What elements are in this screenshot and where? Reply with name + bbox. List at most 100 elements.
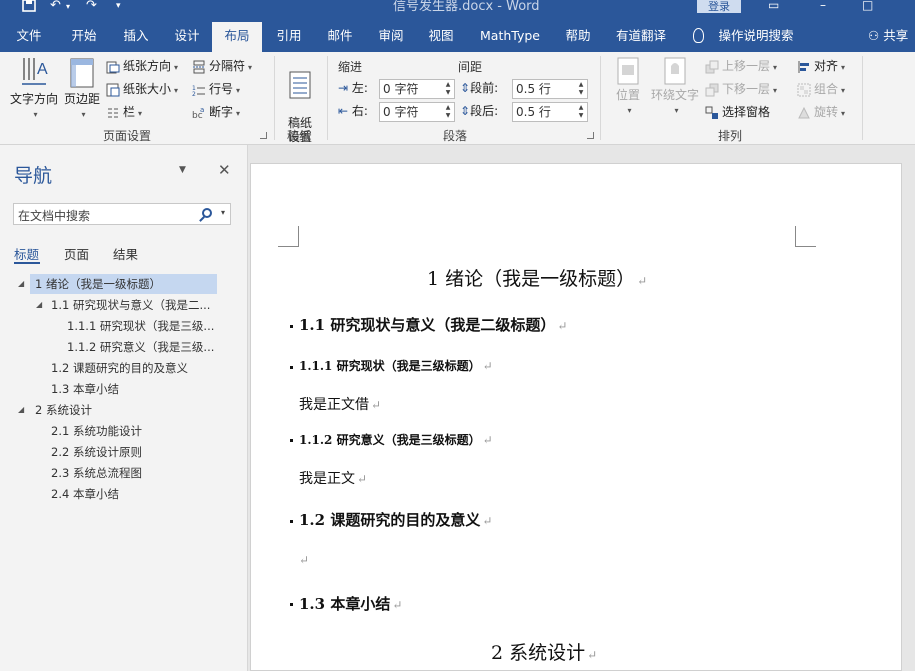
active-tab-indicator [14,262,40,264]
manuscript-icon [289,71,311,99]
spacing-before-field[interactable]: 0.5 行 ▲ ▼ [512,79,588,99]
share-button[interactable]: ⚇ 共享 [868,22,908,52]
size-button[interactable]: 纸张大小 ▾ [106,80,178,98]
text-direction-icon: A [22,58,48,85]
undo-dropdown-icon[interactable]: ▾ [66,1,70,15]
orientation-button[interactable]: 纸张方向 ▾ [106,57,178,75]
spinner-arrows-icon[interactable]: ▲ ▼ [443,104,453,120]
body-paragraph[interactable]: 我是正文借 ↵ [299,394,381,414]
nav-options-dropdown-icon[interactable]: ▼ [179,165,186,175]
nav-search-input[interactable]: 在文档中搜索 ▾ [13,203,231,225]
tab-mailings[interactable]: 邮件 [317,22,363,52]
heading-2[interactable]: 1.2 课题研究的目的及意义 ↵ [299,509,492,530]
nav-heading-item[interactable]: 1.3 本章小结 [51,379,221,399]
nav-tab-pages[interactable]: 页面 [64,244,89,263]
collapse-triangle-icon[interactable]: ◢ [36,300,42,309]
spacing-after-value: 0.5 行 [516,105,551,119]
maximize-icon[interactable]: □ [862,0,873,12]
search-dropdown-icon[interactable]: ▾ [221,208,225,217]
tab-insert[interactable]: 插入 [113,22,159,52]
spacing-after-text: 段后: [470,104,499,118]
indent-right-field[interactable]: 0 字符 ▲ ▼ [379,102,455,122]
paragraph-mark: ↵ [482,514,493,528]
margins-button[interactable]: 页边距 ▾ [62,56,102,122]
line-numbers-button[interactable]: 1 2 行号 ▾ [192,80,240,98]
breaks-button[interactable]: 分隔符 ▾ [192,57,252,75]
nav-heading-item[interactable]: 1 绪论（我是一级标题） [30,274,217,294]
search-icon[interactable] [202,208,212,218]
tab-layout[interactable]: 布局 [212,22,262,52]
margins-icon [70,58,94,88]
tab-design[interactable]: 设计 [164,22,210,52]
close-icon[interactable]: ✕ [218,161,231,179]
nav-heading-item[interactable]: 1.1.2 研究意义（我是三级... [67,337,219,357]
tab-review[interactable]: 审阅 [368,22,414,52]
heading-2[interactable]: 1.3 本章小结 ↵ [299,593,402,614]
tab-file[interactable]: 文件 [6,22,52,52]
crop-mark [278,226,299,247]
undo-icon[interactable]: ↶ [50,0,61,14]
tab-home[interactable]: 开始 [61,22,107,52]
nav-heading-item[interactable]: 1.1.1 研究现状（我是三级... [67,316,219,336]
nav-heading-item[interactable]: 2 系统设计 [35,400,215,420]
nav-heading-item[interactable]: 2.2 系统设计原则 [51,442,221,462]
wrap-text-label: 环绕文字 [650,88,699,102]
text-direction-button[interactable]: A 文字方向 ▾ [8,56,60,122]
customize-quick-access-icon[interactable]: ▾ [116,0,121,14]
indent-left-field[interactable]: 0 字符 ▲ ▼ [379,79,455,99]
hyphenation-button[interactable]: bc a 断字 ▾ [192,103,240,121]
rotate-button[interactable]: 旋转 ▾ [797,103,845,121]
indent-right-value: 0 字符 [383,105,419,119]
nav-heading-item[interactable]: 2.4 本章小结 [51,484,221,504]
save-icon[interactable] [22,0,36,14]
tell-me-search[interactable]: 操作说明搜索 [714,22,798,52]
position-button[interactable]: 位置 ▾ [608,56,648,118]
heading-1[interactable]: 2 系统设计 ↵ [491,638,597,665]
spinner-arrows-icon[interactable]: ▲ ▼ [443,81,453,97]
heading-3[interactable]: 1.1.2 研究意义（我是三级标题） ↵ [299,431,493,448]
columns-button[interactable]: 栏 ▾ [106,103,142,121]
tab-view[interactable]: 视图 [418,22,464,52]
align-button[interactable]: 对齐 ▾ [797,57,845,75]
group-button[interactable]: 组合 ▾ [797,80,845,98]
body-paragraph[interactable]: 我是正文 ↵ [299,468,367,488]
nav-heading-item[interactable]: 2.3 系统总流程图 [51,463,221,483]
text-direction-label: 文字方向 [9,92,58,106]
spinner-arrows-icon[interactable]: ▲ ▼ [576,104,586,120]
heading-bullet [290,325,293,328]
tab-help[interactable]: 帮助 [555,22,601,52]
align-label: 对齐 [814,59,839,73]
tab-references[interactable]: 引用 [266,22,312,52]
page-setup-launcher-icon[interactable] [260,132,267,139]
ribbon-display-options-icon[interactable]: ▭ [768,0,779,12]
tab-mathtype[interactable]: MathType [474,22,546,52]
spacing-after-field[interactable]: 0.5 行 ▲ ▼ [512,102,588,122]
login-button[interactable]: 登录 [697,0,741,13]
spinner-arrows-icon[interactable]: ▲ ▼ [576,81,586,97]
tab-youdao[interactable]: 有道翻译 [610,22,672,52]
redo-icon[interactable]: ↷ [86,0,97,14]
heading-1[interactable]: 1 绪论（我是一级标题） ↵ [427,264,647,291]
user-icon: ⚇ [868,28,880,43]
wrap-text-button[interactable]: 环绕文字 ▾ [650,56,700,118]
nav-heading-item[interactable]: 1.1 研究现状与意义（我是二... [51,295,221,315]
selection-pane-button[interactable]: 选择窗格 [705,103,770,121]
nav-heading-item[interactable]: 2.1 系统功能设计 [51,421,221,441]
heading-3[interactable]: 1.1.1 研究现状（我是三级标题） ↵ [299,357,493,374]
nav-heading-item[interactable]: 1.2 课题研究的目的及意义 [51,358,221,378]
collapse-triangle-icon[interactable]: ◢ [18,405,24,414]
ribbon: A 文字方向 ▾ 页边距 ▾ 纸张方向 ▾ 纸张大小 ▾ 栏 ▾ 分隔符 ▾ 1 2 行号 ▾ b… [0,52,915,145]
nav-tab-headings[interactable]: 标题 [14,244,39,263]
paragraph-launcher-icon[interactable] [587,132,594,139]
nav-tab-results[interactable]: 结果 [113,244,138,263]
indent-heading: 缩进 [338,60,363,74]
empty-paragraph[interactable]: ↵ [297,552,309,568]
heading-2[interactable]: 1.1 研究现状与意义（我是二级标题） ↵ [299,314,567,335]
send-backward-button[interactable]: 下移一层 ▾ [705,80,777,98]
heading-bullet [290,603,293,606]
collapse-triangle-icon[interactable]: ◢ [18,279,24,288]
indent-left-icon: ⇥ [338,81,349,95]
minimize-icon[interactable]: – [820,0,826,12]
bring-forward-button[interactable]: 上移一层 ▾ [705,57,777,75]
position-icon [617,57,639,85]
